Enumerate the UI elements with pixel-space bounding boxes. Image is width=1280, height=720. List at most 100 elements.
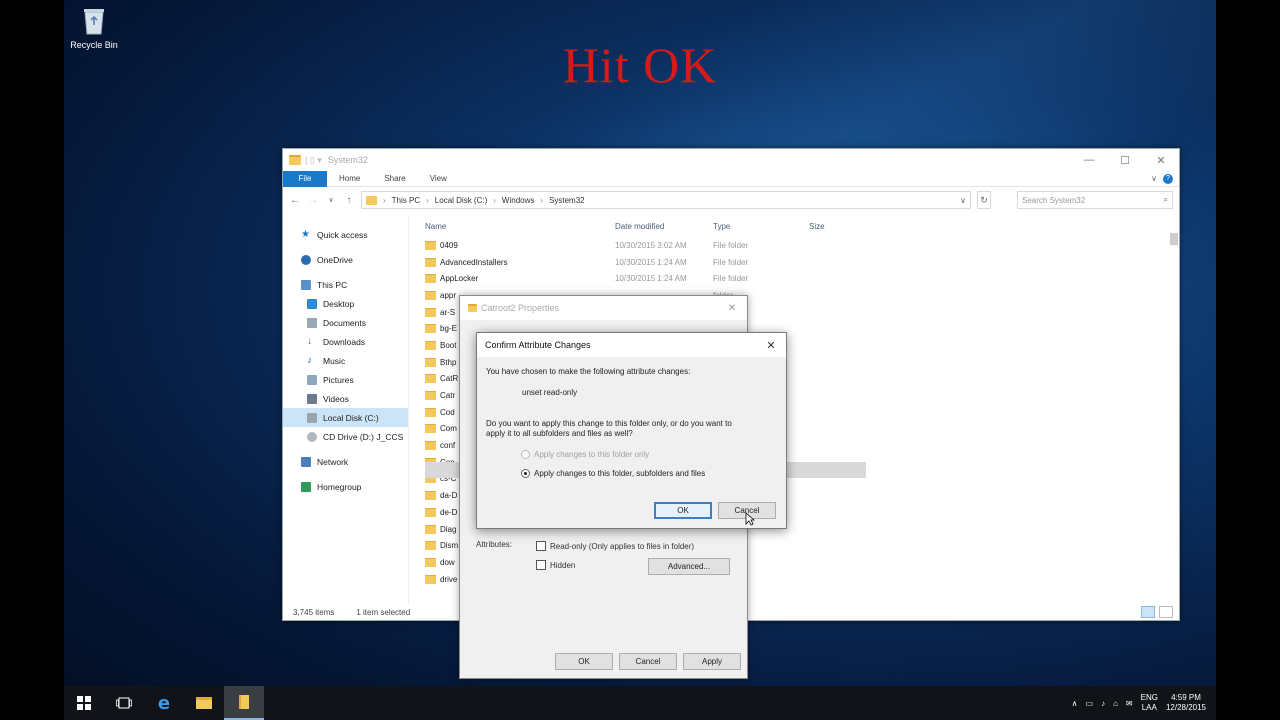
nav-desktop[interactable]: Desktop: [283, 294, 408, 313]
nav-onedrive[interactable]: OneDrive: [283, 250, 408, 269]
folder-icon: [425, 257, 436, 267]
recent-locations-icon[interactable]: ∨: [325, 196, 337, 204]
column-size[interactable]: Size: [809, 222, 825, 231]
nav-homegroup[interactable]: Homegroup: [283, 477, 408, 496]
details-view-icon[interactable]: [1141, 606, 1155, 618]
file-type-cell: File folder: [713, 274, 749, 284]
message-icon[interactable]: ✉: [1126, 699, 1133, 708]
vertical-scrollbar[interactable]: [1169, 215, 1179, 604]
confirm-ok-button[interactable]: OK: [654, 502, 712, 519]
file-explorer-taskbar-button[interactable]: [184, 686, 224, 720]
back-icon[interactable]: ←: [289, 195, 301, 206]
expand-ribbon-icon[interactable]: ∨: [1151, 174, 1157, 183]
advanced-button[interactable]: Advanced...: [648, 558, 730, 575]
folder-icon: [425, 391, 436, 401]
table-row[interactable]: 0409 10/30/2015 3:02 AM File folder: [409, 237, 1179, 254]
chevron-up-icon[interactable]: ∧: [1072, 699, 1078, 708]
close-icon[interactable]: ✕: [1143, 154, 1179, 167]
readonly-checkbox[interactable]: Read-only (Only applies to files in fold…: [536, 541, 694, 551]
nav-network[interactable]: Network: [283, 452, 408, 471]
up-icon[interactable]: ↑: [343, 195, 355, 206]
radio-folder-only-label: Apply changes to this folder only: [534, 450, 650, 459]
radio-all-subfolders[interactable]: Apply changes to this folder, subfolders…: [521, 469, 705, 478]
refresh-icon[interactable]: ↻: [977, 191, 991, 209]
recycle-bin-icon: [81, 6, 107, 36]
maximize-icon[interactable]: ☐: [1107, 154, 1143, 167]
breadcrumb-system32[interactable]: System32: [549, 196, 585, 205]
search-input[interactable]: Search System32 ⌕: [1017, 191, 1173, 209]
radio-button[interactable]: [521, 450, 530, 459]
radio-button-selected[interactable]: [521, 469, 530, 478]
quick-access-toolbar-icon[interactable]: | ▯ ▾: [305, 155, 322, 166]
column-date-modified[interactable]: Date modified: [615, 222, 713, 231]
task-view-icon: [116, 697, 132, 709]
task-view-button[interactable]: [104, 686, 144, 720]
table-row[interactable]: AppLocker 10/30/2015 1:24 AM File folder: [409, 270, 1179, 287]
action-center-icon[interactable]: ▭: [1086, 699, 1094, 708]
checkbox-box[interactable]: [536, 560, 546, 570]
hidden-checkbox[interactable]: Hidden: [536, 560, 575, 570]
tab-file[interactable]: File: [283, 170, 327, 187]
input-language[interactable]: ENG LAA: [1141, 693, 1158, 713]
volume-icon[interactable]: ♪: [1101, 699, 1105, 708]
help-icon[interactable]: ?: [1163, 173, 1173, 184]
breadcrumb-local-disk[interactable]: Local Disk (C:): [435, 196, 487, 205]
folder-icon: [425, 307, 436, 317]
nav-local-disk[interactable]: Local Disk (C:): [283, 408, 408, 427]
folder-icon: [425, 357, 436, 367]
nav-this-pc[interactable]: This PC: [283, 275, 408, 294]
folder-icon: [468, 304, 477, 312]
drive-icon: [307, 412, 317, 423]
network-icon: [301, 456, 311, 467]
confirm-question-line2: apply it to all subfolders and files as …: [486, 429, 633, 438]
column-name[interactable]: Name: [409, 222, 615, 231]
folder-icon: [425, 491, 436, 501]
chevron-right-icon: ›: [426, 195, 429, 205]
minimize-icon[interactable]: —: [1071, 154, 1107, 167]
large-icons-view-icon[interactable]: [1159, 606, 1173, 618]
chevron-down-icon[interactable]: ∨: [960, 196, 970, 205]
tab-view[interactable]: View: [418, 171, 459, 187]
nav-cd-drive[interactable]: CD Drive (D:) J_CCS: [283, 427, 408, 446]
folder-icon: [425, 407, 436, 417]
address-bar[interactable]: › This PC › Local Disk (C:) › Windows › …: [361, 191, 971, 209]
documents-icon: [307, 317, 317, 328]
network-icon[interactable]: ⌂: [1113, 699, 1118, 708]
confirm-title-bar[interactable]: Confirm Attribute Changes ✕: [477, 333, 786, 357]
radio-all-label: Apply changes to this folder, subfolders…: [534, 469, 706, 478]
folder-icon: [425, 240, 436, 250]
properties-title-bar[interactable]: Catroot2 Properties ✕: [460, 296, 747, 320]
nav-documents[interactable]: Documents: [283, 313, 408, 332]
properties-ok-button[interactable]: OK: [555, 653, 613, 670]
nav-videos[interactable]: Videos: [283, 389, 408, 408]
title-bar[interactable]: | ▯ ▾ System32 — ☐ ✕: [283, 149, 1179, 171]
folder-icon: [425, 557, 436, 567]
active-window-taskbar-button[interactable]: [224, 686, 264, 720]
tab-share[interactable]: Share: [372, 171, 417, 187]
close-icon[interactable]: ✕: [717, 303, 747, 314]
folder-icon: [366, 195, 377, 205]
breadcrumb-this-pc[interactable]: This PC: [392, 196, 420, 205]
properties-apply-button[interactable]: Apply: [683, 653, 741, 670]
windows-logo-icon: [77, 696, 91, 710]
clock[interactable]: 4:59 PM 12/28/2015: [1166, 693, 1206, 713]
tab-home[interactable]: Home: [327, 171, 372, 187]
radio-folder-only[interactable]: Apply changes to this folder only: [521, 450, 649, 459]
edge-button[interactable]: e: [144, 686, 184, 720]
forward-icon[interactable]: →: [307, 195, 319, 206]
table-row[interactable]: AdvancedInstallers 10/30/2015 1:24 AM File…: [409, 254, 1179, 271]
properties-cancel-button[interactable]: Cancel: [619, 653, 677, 670]
start-button[interactable]: [64, 686, 104, 720]
checkbox-box[interactable]: [536, 541, 546, 551]
nav-downloads[interactable]: ↓ Downloads: [283, 332, 408, 351]
close-icon[interactable]: ✕: [756, 339, 786, 352]
pictures-icon: [307, 374, 317, 385]
nav-pictures[interactable]: Pictures: [283, 370, 408, 389]
nav-quick-access[interactable]: ★ Quick access: [283, 225, 408, 244]
scrollbar-thumb[interactable]: [1170, 233, 1178, 245]
folder-icon: [425, 524, 436, 534]
videos-icon: [307, 393, 317, 404]
column-type[interactable]: Type: [713, 222, 809, 231]
nav-music[interactable]: ♪ Music: [283, 351, 408, 370]
breadcrumb-windows[interactable]: Windows: [502, 196, 534, 205]
